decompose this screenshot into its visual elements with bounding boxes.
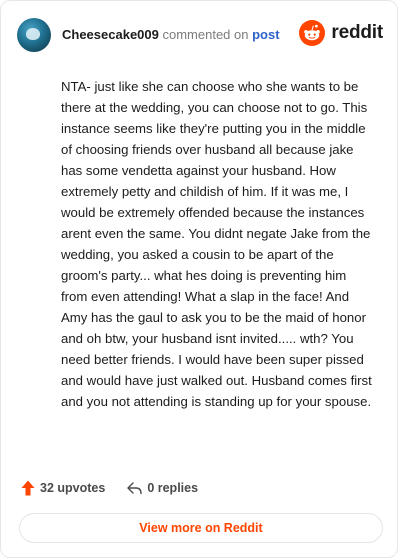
commented-on-text: commented on <box>162 27 249 42</box>
reply-button[interactable]: 0 replies <box>127 481 198 495</box>
comment-embed-card: Cheesecake009 commented on post reddit N… <box>0 0 398 558</box>
reddit-alien-icon <box>299 20 326 46</box>
upvote-count: 32 upvotes <box>40 481 106 495</box>
username-link[interactable]: Cheesecake009 <box>62 27 159 42</box>
reddit-logo[interactable]: reddit <box>299 20 383 46</box>
comment-header: Cheesecake009 commented on post reddit <box>17 15 383 55</box>
reddit-wordmark: reddit <box>331 22 383 43</box>
post-link[interactable]: post <box>252 27 279 42</box>
avatar[interactable] <box>17 18 51 52</box>
header-line: Cheesecake009 commented on post <box>62 27 280 43</box>
reply-count: 0 replies <box>147 481 199 495</box>
comment-actions: 32 upvotes 0 replies <box>21 477 198 499</box>
view-more-on-reddit-button[interactable]: View more on Reddit <box>19 513 383 543</box>
upvote-button[interactable]: 32 upvotes <box>21 480 105 496</box>
reply-arrow-icon <box>127 481 143 494</box>
comment-body: NTA- just like she can choose who she wa… <box>61 79 372 409</box>
upvote-arrow-icon <box>21 480 35 496</box>
